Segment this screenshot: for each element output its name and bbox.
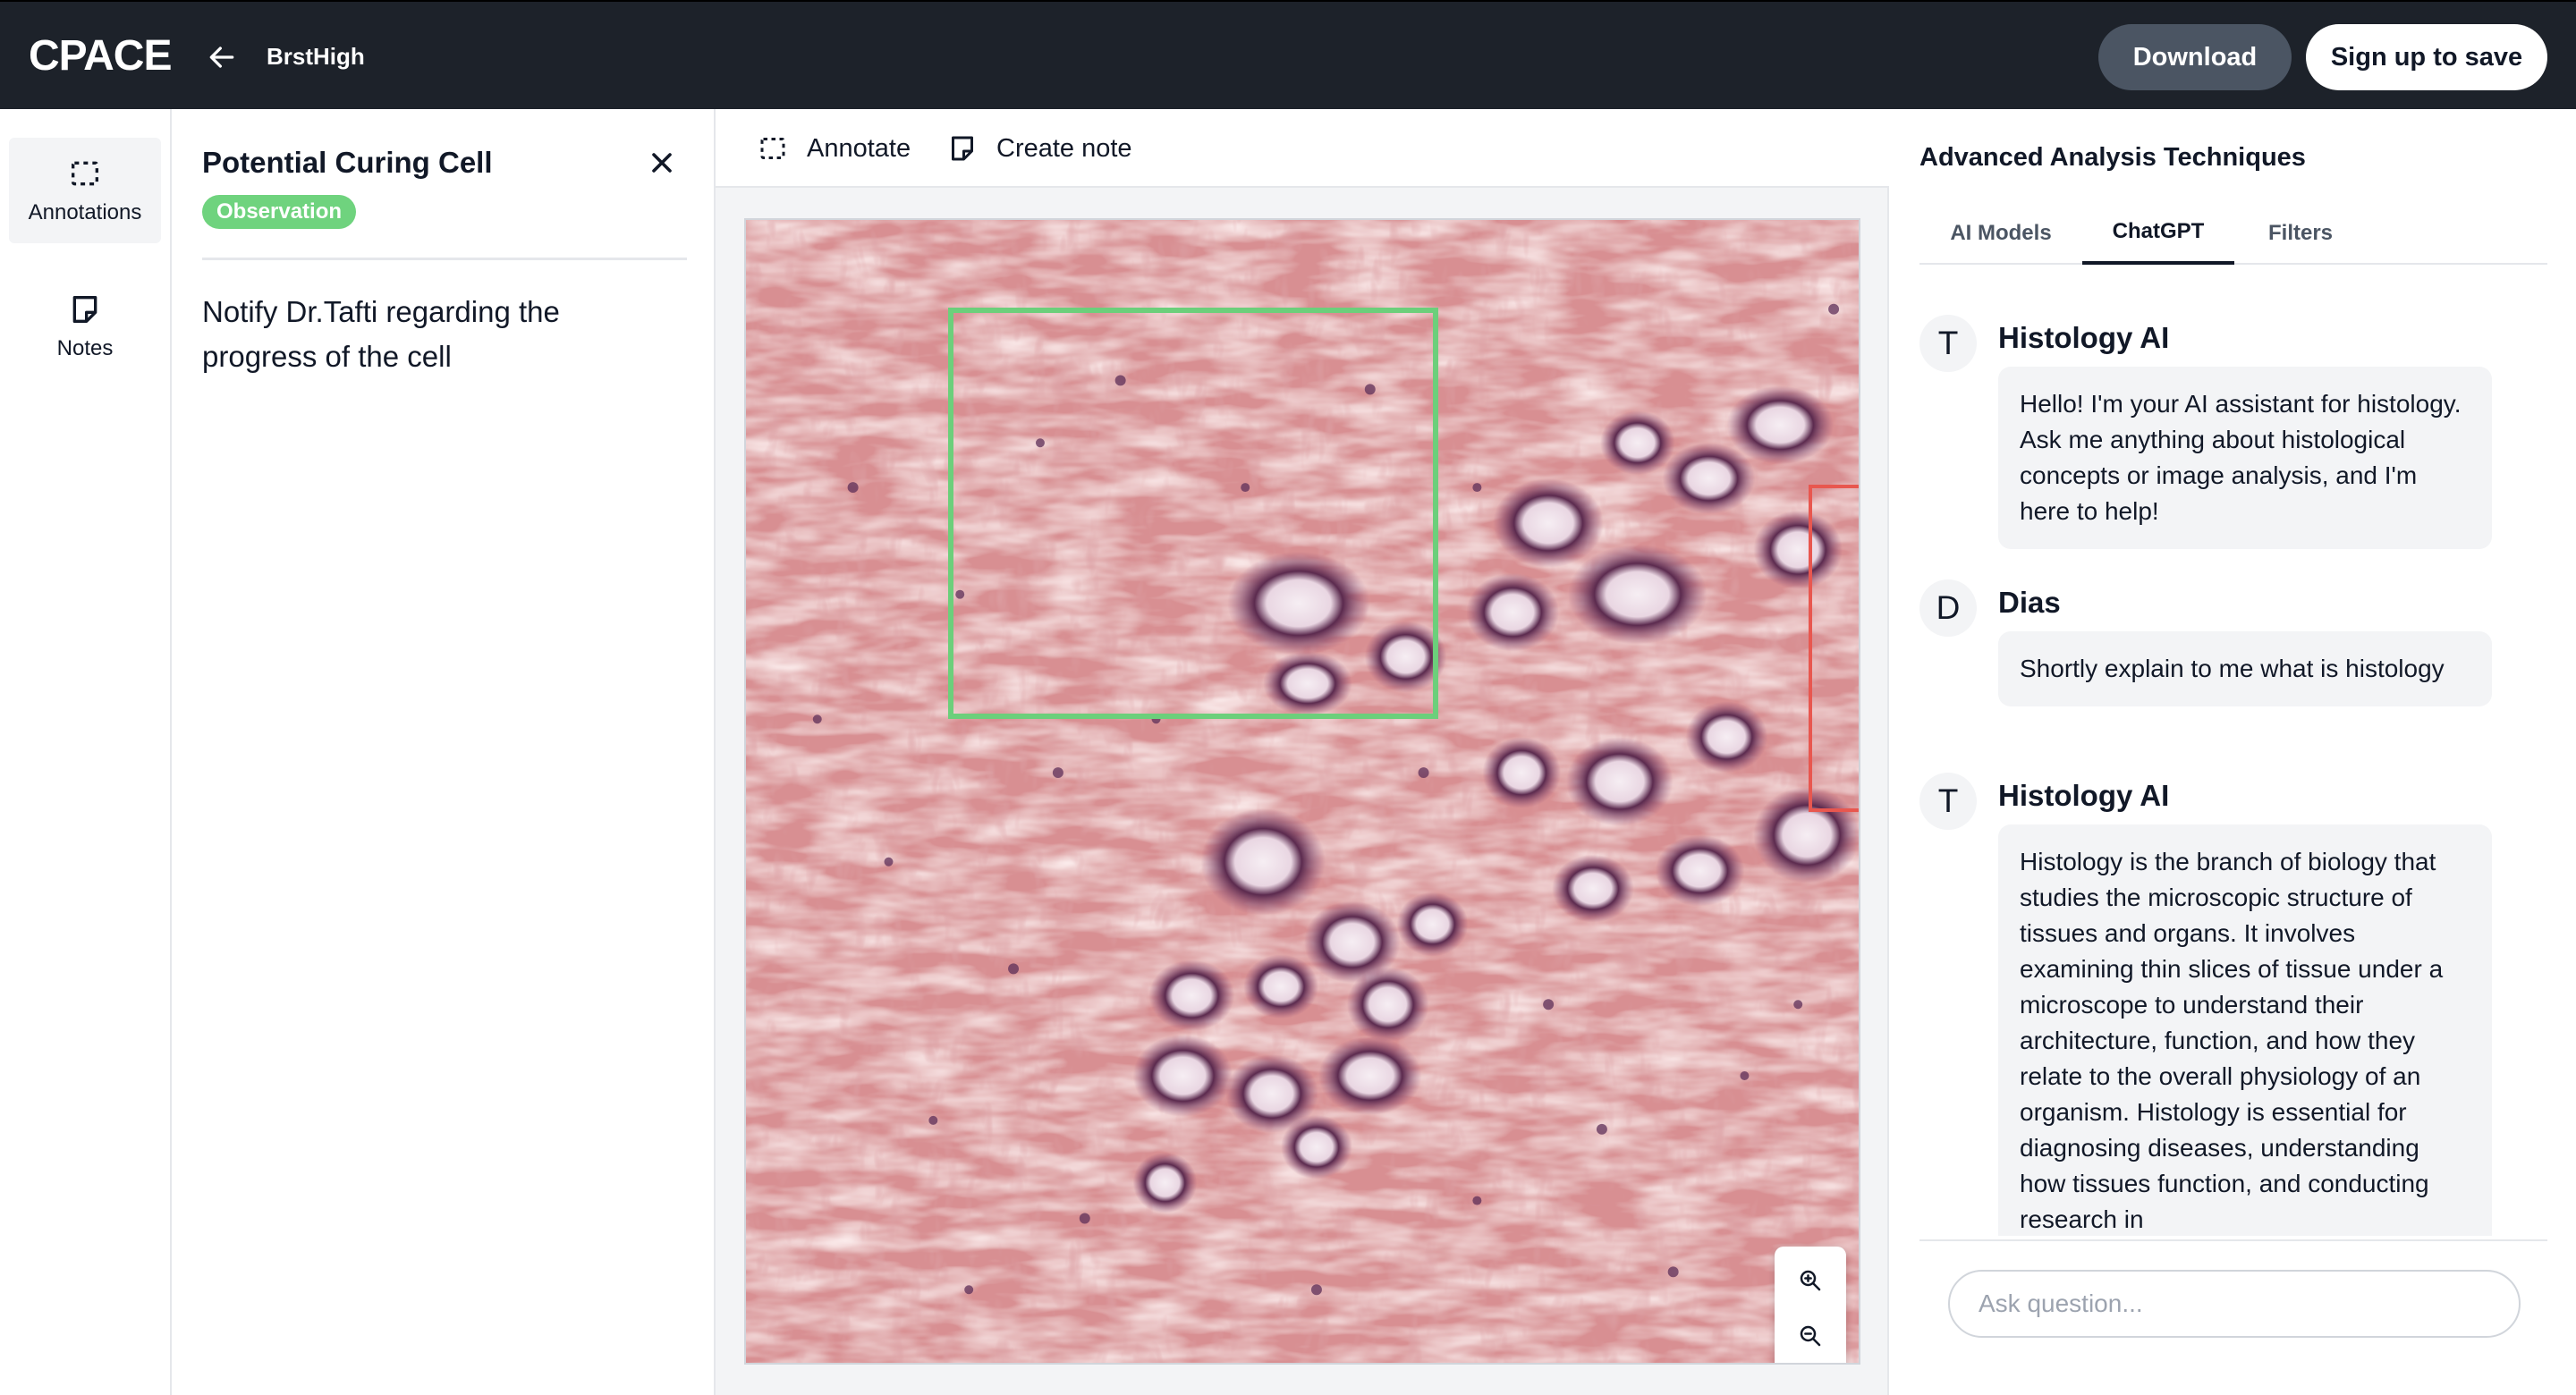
divider [202,258,687,260]
annotation-icon [72,161,98,186]
left-rail: Annotations Notes [0,109,172,1395]
rail-item-notes[interactable]: Notes [9,274,161,379]
chat-thread[interactable]: T Histology AI Hello! I'm your AI assist… [1919,315,2547,1236]
message-bubble: Hello! I'm your AI assistant for histolo… [1998,367,2492,549]
tab-filters[interactable]: Filters [2234,202,2367,265]
rail-item-label: Annotations [28,200,142,224]
avatar: T [1919,773,1977,830]
create-note-label: Create note [996,133,1132,163]
annotate-label: Annotate [807,133,911,163]
avatar: T [1919,315,1977,372]
analysis-panel: Advanced Analysis Techniques AI Models C… [1889,109,2576,1395]
annotation-region-green[interactable] [948,308,1438,719]
zoom-controls [1775,1247,1846,1363]
top-bar: CPACE BrstHigh Download Sign up to save [0,0,2576,109]
slide-viewer: Annotate Create note [716,109,1889,1395]
create-note-button[interactable]: Create note [946,129,1132,168]
avatar: D [1919,579,1977,637]
sign-up-button[interactable]: Sign up to save [2306,24,2547,90]
panel-title: Advanced Analysis Techniques [1919,143,2306,172]
status-badge: Observation [202,195,357,229]
ask-question-input[interactable] [1948,1270,2521,1338]
message-sender: Dias [1998,586,2061,619]
message-bubble: Histology is the branch of biology that … [1998,824,2492,1236]
divider [1919,1239,2547,1241]
breadcrumb: BrstHigh [267,43,365,70]
histology-slide-image[interactable] [744,218,1860,1365]
back-arrow-icon[interactable] [204,39,240,75]
annotate-icon [760,138,785,159]
annotation-detail-panel: Potential Curing Cell Observation Notify… [172,109,716,1395]
download-button[interactable]: Download [2098,24,2292,90]
zoom-out-icon[interactable] [1792,1318,1828,1354]
tab-chatgpt[interactable]: ChatGPT [2082,202,2234,265]
annotation-note-text[interactable]: Notify Dr.Tafti regarding the progress o… [202,290,667,379]
zoom-in-icon[interactable] [1792,1263,1828,1298]
message-sender: Histology AI [1998,321,2170,354]
annotation-title: Potential Curing Cell [202,146,493,179]
rail-item-annotations[interactable]: Annotations [9,138,161,243]
annotation-region-red[interactable] [1809,485,1859,812]
message-sender: Histology AI [1998,779,2170,812]
message-bubble: Shortly explain to me what is histology [1998,631,2492,706]
viewer-toolbar: Annotate Create note [716,109,1889,188]
app-logo[interactable]: CPACE [29,32,172,80]
analysis-tabs: AI Models ChatGPT Filters [1919,202,2547,265]
tab-ai-models[interactable]: AI Models [1919,202,2082,265]
annotate-button[interactable]: Annotate [757,129,911,168]
note-icon [952,136,973,161]
close-icon[interactable] [646,147,678,179]
rail-item-label: Notes [56,336,114,360]
note-icon [72,296,97,323]
